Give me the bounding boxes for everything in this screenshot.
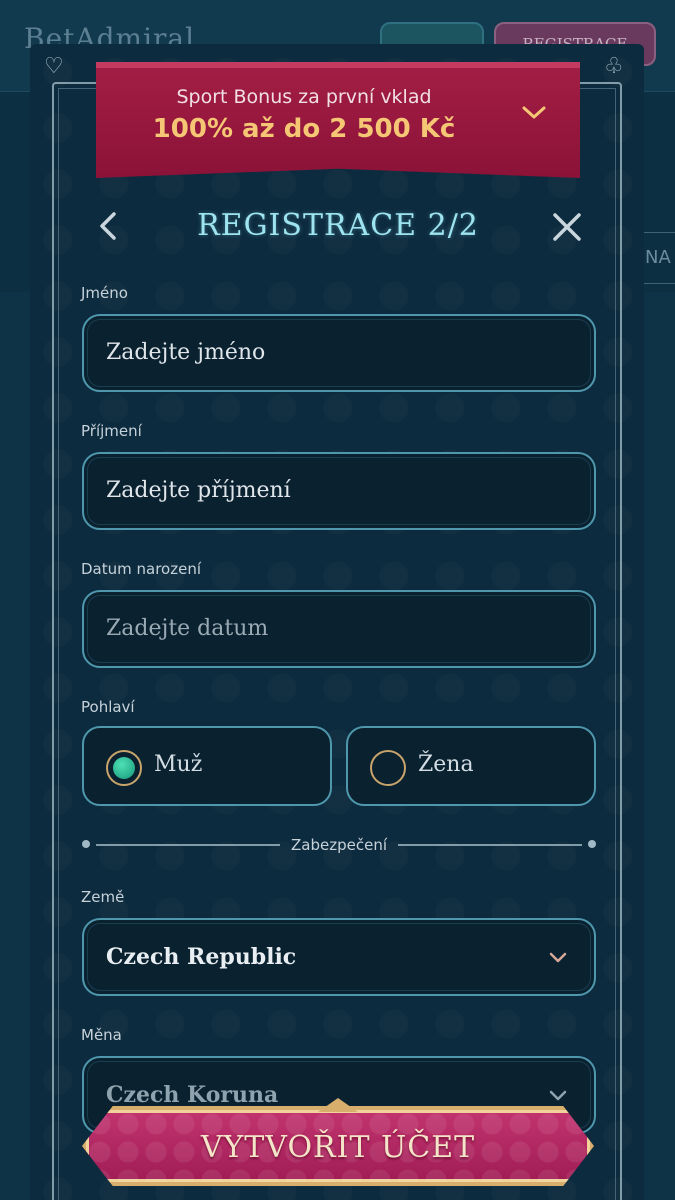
gender-option-male[interactable]: Muž (82, 726, 332, 806)
chevron-down-icon (549, 952, 567, 963)
currency-value: Czech Koruna (106, 1082, 279, 1108)
create-account-button[interactable]: VYTVOŘIT ÚČET (82, 1106, 594, 1186)
banner-top-edge (96, 62, 580, 68)
create-account-label: VYTVOŘIT ÚČET (200, 1130, 476, 1165)
modal-title: REGISTRACE 2/2 (197, 208, 479, 243)
last-name-input[interactable]: Zadejte příjmení (82, 452, 596, 530)
first-name-label: Jméno (81, 284, 128, 302)
banner-subtitle: Sport Bonus za první vklad (176, 86, 432, 108)
close-icon[interactable] (550, 210, 584, 244)
birth-date-placeholder: Zadejte datum (106, 616, 269, 641)
club-icon: ♧ (604, 54, 624, 79)
country-value: Czech Republic (106, 944, 297, 970)
country-label: Země (81, 888, 125, 906)
gender-option-male-label: Muž (154, 752, 203, 777)
birth-date-input[interactable]: Zadejte datum (82, 590, 596, 668)
chevron-down-icon (549, 1090, 567, 1101)
last-name-label: Příjmení (81, 422, 142, 440)
radio-selected-icon[interactable] (106, 750, 142, 786)
chevron-down-icon[interactable] (520, 98, 548, 126)
bonus-banner[interactable]: Sport Bonus za první vklad 100% až do 2 … (96, 62, 580, 178)
divider-line-right (398, 844, 582, 846)
back-arrow-icon[interactable] (96, 210, 120, 242)
gender-option-female[interactable]: Žena (346, 726, 596, 806)
gender-label: Pohlaví (81, 698, 135, 716)
divider-dot-right (588, 840, 596, 848)
first-name-input[interactable]: Zadejte jméno (82, 314, 596, 392)
banner-title: 100% až do 2 500 Kč (152, 114, 456, 144)
currency-label: Měna (81, 1026, 122, 1044)
birth-date-label: Datum narození (81, 560, 201, 578)
security-divider: Zabezpečení (82, 834, 596, 856)
radio-unselected-icon[interactable] (370, 750, 406, 786)
first-name-placeholder: Zadejte jméno (106, 340, 266, 365)
country-select[interactable]: Czech Republic (82, 918, 596, 996)
last-name-placeholder: Zadejte příjmení (106, 478, 291, 503)
gender-option-female-label: Žena (418, 752, 474, 777)
heart-icon: ♡ (44, 54, 64, 79)
